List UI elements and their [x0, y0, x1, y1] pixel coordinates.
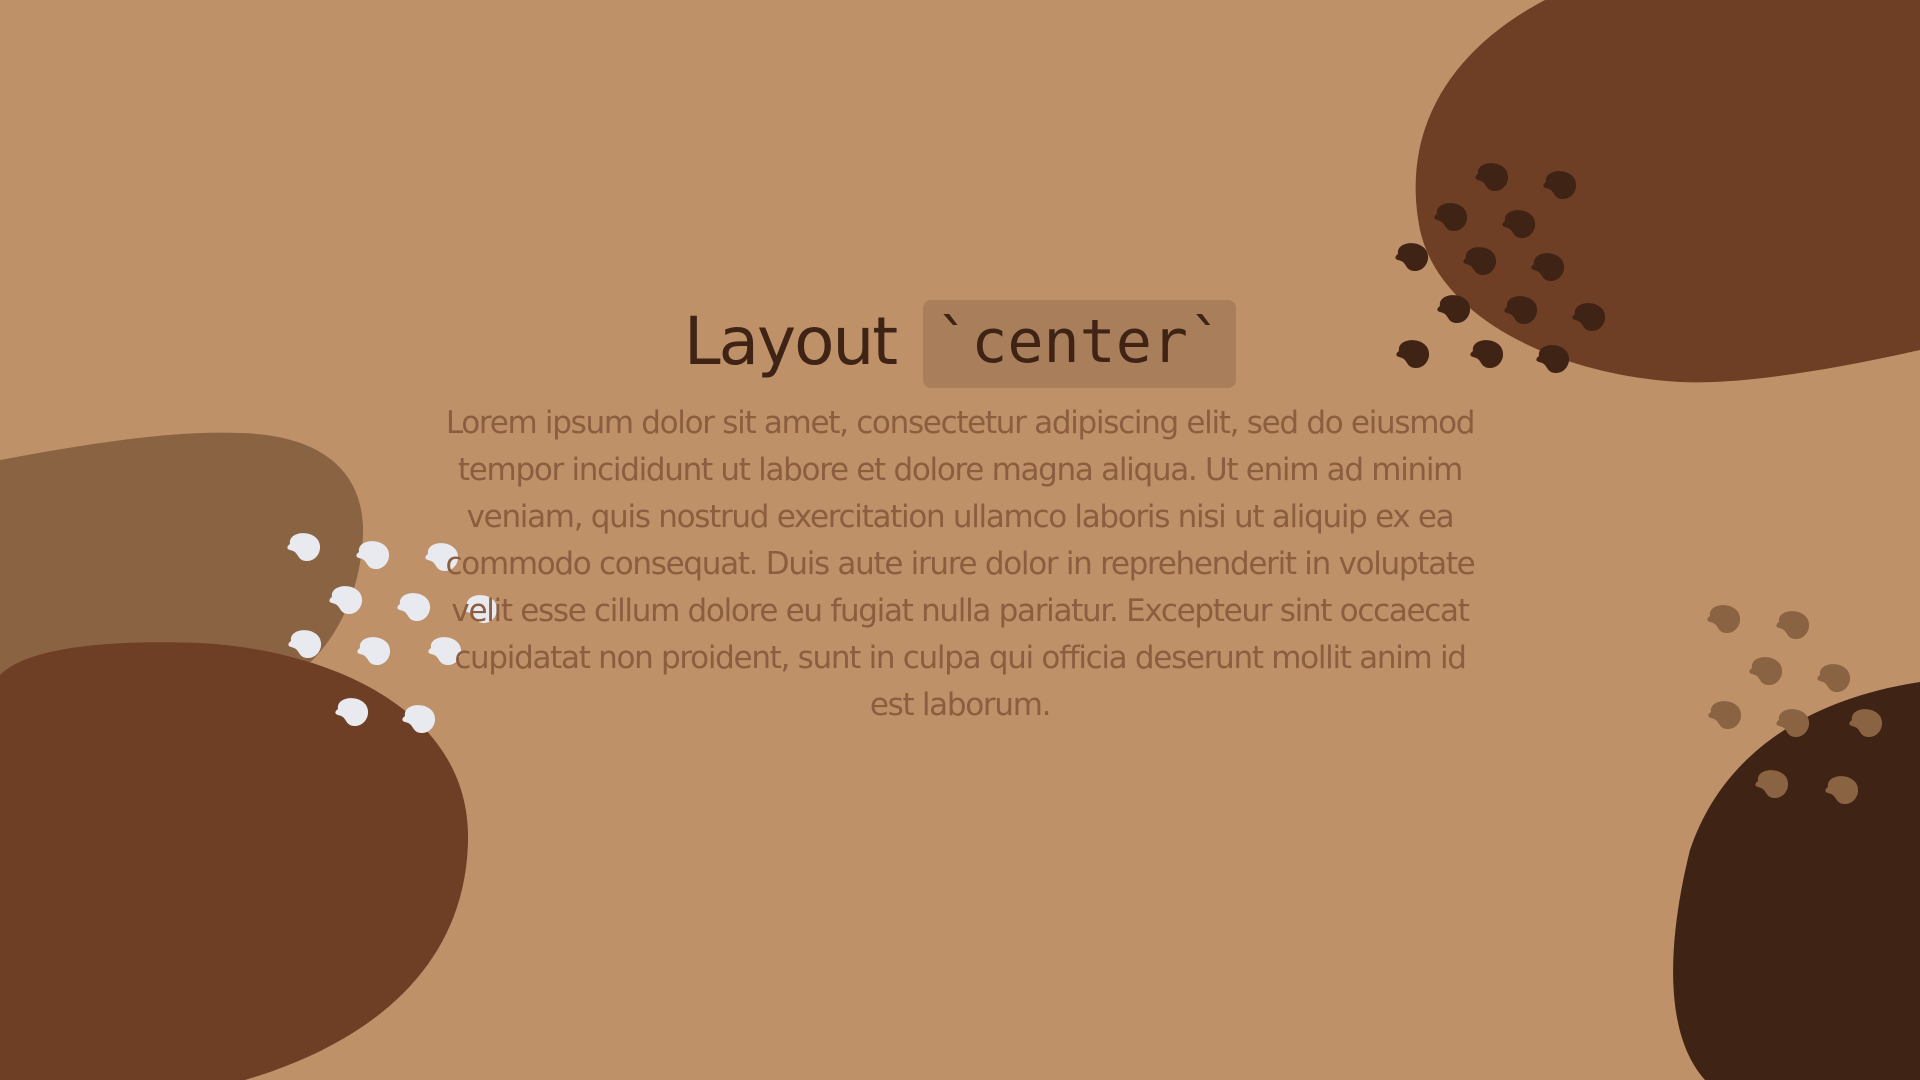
slide-title: Layout `center` — [440, 300, 1480, 388]
blob-bottom-right — [1673, 682, 1920, 1080]
blob-top-right — [1415, 0, 1920, 383]
slide-title-text: Layout — [683, 303, 898, 380]
slide-content: Layout `center` Lorem ipsum dolor sit am… — [440, 300, 1480, 729]
dots-cluster-medium — [1707, 605, 1883, 805]
blob-left-medium — [0, 432, 364, 720]
slide-paragraph: Lorem ipsum dolor sit amet, consectetur … — [445, 405, 1476, 723]
code-chip: `center` — [923, 300, 1237, 388]
blob-bottom-left — [0, 642, 469, 1080]
